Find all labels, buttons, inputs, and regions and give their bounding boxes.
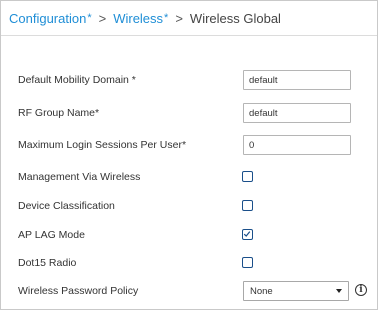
- ap-lag-mode-label: AP LAG Mode: [18, 229, 85, 241]
- breadcrumb-separator: >: [175, 10, 183, 26]
- management-via-wireless-label: Management Via Wireless: [18, 171, 141, 183]
- max-login-sessions-row: Maximum Login Sessions Per User*: [18, 135, 358, 156]
- breadcrumb-configuration-link[interactable]: Configuration*: [9, 11, 92, 26]
- breadcrumb-wireless-label: Wireless: [113, 10, 164, 26]
- wireless-global-panel: Configuration* > Wireless* > Wireless Gl…: [0, 0, 378, 310]
- wireless-password-policy-row: Wireless Password Policy None i: [18, 281, 367, 302]
- rf-group-name-row: RF Group Name*: [18, 103, 358, 124]
- device-classification-checkbox[interactable]: [242, 200, 253, 211]
- wireless-password-policy-value: None: [250, 286, 273, 297]
- rf-group-name-label: RF Group Name*: [18, 107, 100, 119]
- max-login-sessions-input[interactable]: [243, 135, 351, 155]
- dot15-radio-row: Dot15 Radio: [18, 254, 358, 274]
- modified-marker: *: [87, 11, 92, 24]
- breadcrumb-current-page: Wireless Global: [189, 10, 281, 26]
- management-via-wireless-row: Management Via Wireless: [18, 168, 358, 188]
- breadcrumb: Configuration* > Wireless* > Wireless Gl…: [9, 10, 281, 26]
- chevron-down-icon: [336, 289, 342, 293]
- device-classification-label: Device Classification: [18, 200, 115, 212]
- dot15-radio-checkbox[interactable]: [242, 257, 253, 268]
- ap-lag-mode-checkbox[interactable]: [242, 229, 253, 240]
- breadcrumb-configuration-label: Configuration: [9, 10, 87, 26]
- management-via-wireless-checkbox[interactable]: [242, 171, 253, 182]
- ap-lag-mode-row: AP LAG Mode: [18, 226, 358, 246]
- checkmark-icon: [243, 231, 251, 237]
- dot15-radio-label: Dot15 Radio: [18, 257, 77, 269]
- wireless-password-policy-select[interactable]: None: [243, 281, 349, 301]
- default-mobility-domain-input[interactable]: [243, 70, 351, 90]
- info-icon[interactable]: i: [355, 284, 367, 296]
- wireless-password-policy-label: Wireless Password Policy: [18, 285, 139, 297]
- header-divider: [1, 35, 377, 36]
- rf-group-name-input[interactable]: [243, 103, 351, 123]
- breadcrumb-separator: >: [98, 10, 107, 26]
- default-mobility-domain-row: Default Mobility Domain *: [18, 70, 358, 91]
- device-classification-row: Device Classification: [18, 197, 358, 217]
- breadcrumb-wireless-link[interactable]: Wireless*: [113, 11, 168, 26]
- modified-marker: *: [164, 11, 169, 24]
- default-mobility-domain-label: Default Mobility Domain *: [18, 74, 136, 86]
- max-login-sessions-label: Maximum Login Sessions Per User*: [18, 139, 187, 151]
